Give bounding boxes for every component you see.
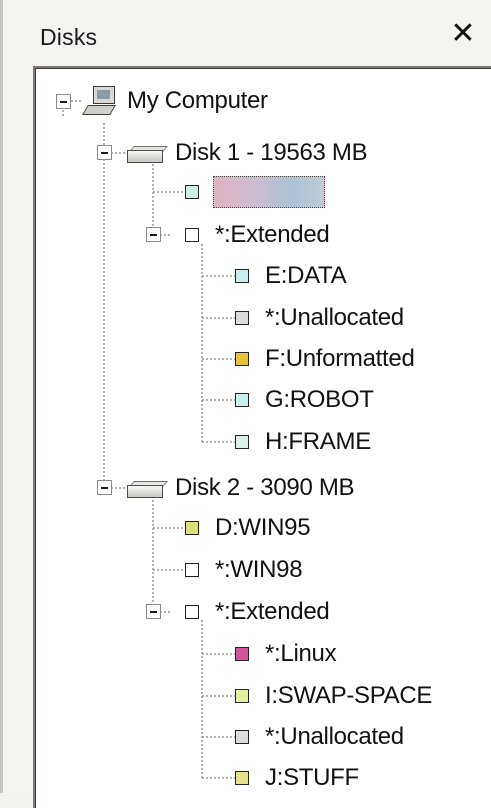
tree-node-disk-2[interactable]: Disk 2 - 3090 MB <box>127 471 356 505</box>
hard-disk-icon <box>127 144 168 163</box>
partition-icon <box>235 730 249 744</box>
partition-icon <box>185 605 199 619</box>
partition-icon <box>235 393 249 407</box>
tree-node-partition[interactable]: *:WIN98 <box>185 553 304 587</box>
partition-icon <box>235 647 249 661</box>
expander-disk-2[interactable] <box>97 480 112 495</box>
partition-icon <box>235 311 249 325</box>
partition-icon <box>235 689 249 703</box>
tree-node-label: I:SWAP-SPACE <box>265 682 433 709</box>
tree-node-label: *:Extended <box>215 221 330 248</box>
tree-node-extended-2[interactable]: *:Extended <box>185 595 331 629</box>
tree-node-partition[interactable]: E:DATA <box>235 259 348 293</box>
tree-node-label: F:Unformatted <box>265 345 415 372</box>
expander-my-computer[interactable] <box>56 94 71 109</box>
tree-node-partition[interactable]: *:Unallocated <box>235 301 406 335</box>
partition-icon <box>235 352 249 366</box>
tree-node-label: Disk 1 - 19563 MB <box>175 139 368 166</box>
tree-node-disk-1[interactable]: Disk 1 - 19563 MB <box>127 136 369 170</box>
partition-icon <box>235 771 249 785</box>
tree-node-partition[interactable]: D:WIN95 <box>185 511 312 545</box>
computer-icon <box>82 84 117 118</box>
partition-icon <box>185 563 199 577</box>
tree-node-label: *:Unallocated <box>265 723 404 750</box>
expander-extended-1[interactable] <box>146 227 161 242</box>
tree-node-partition[interactable]: *:Unallocated <box>235 720 406 754</box>
tree-node-label: D:WIN95 <box>215 514 311 541</box>
tree-node-label: G:ROBOT <box>265 386 374 413</box>
panel-title: Disks <box>40 24 98 50</box>
tree-node-partition[interactable]: F:Unformatted <box>235 342 417 376</box>
tree-node-label: H:FRAME <box>265 428 371 455</box>
tree-node-extended-1[interactable]: *:Extended <box>185 218 331 252</box>
partition-icon <box>185 185 199 199</box>
disk-tree-view[interactable]: My Computer Disk 1 - 19563 MB *:Extended… <box>33 66 491 808</box>
tree-node-label: *:Linux <box>265 640 337 667</box>
hard-disk-icon <box>127 479 168 498</box>
tree-node-partition[interactable]: I:SWAP-SPACE <box>235 679 434 713</box>
tree-node-label: E:DATA <box>265 262 347 289</box>
partition-icon <box>185 521 199 535</box>
partition-icon <box>235 435 249 449</box>
tree-node-partition[interactable]: *:Linux <box>235 637 338 671</box>
panel-left-edge <box>0 0 3 793</box>
partition-icon <box>235 269 249 283</box>
tree-node-selected-partition[interactable] <box>185 175 325 209</box>
tree-node-label: My Computer <box>127 87 268 114</box>
expander-extended-2[interactable] <box>146 604 161 619</box>
tree-node-label: *:Extended <box>215 598 330 625</box>
tree-node-partition[interactable]: G:ROBOT <box>235 383 376 417</box>
expander-disk-1[interactable] <box>97 145 112 160</box>
partition-icon <box>185 228 199 242</box>
disks-panel: Disks ✕ My Computer Disk 1 - 19563 MB *:… <box>0 0 491 808</box>
close-icon[interactable]: ✕ <box>449 19 477 49</box>
tree-node-partition[interactable]: J:STUFF <box>235 761 361 795</box>
tree-node-label: J:STUFF <box>265 764 359 791</box>
tree-node-label: *:Unallocated <box>265 304 404 331</box>
tree-node-label: Disk 2 - 3090 MB <box>175 474 355 501</box>
tree-node-label: *:WIN98 <box>215 556 303 583</box>
tree-node-partition[interactable]: H:FRAME <box>235 425 373 459</box>
tree-node-my-computer[interactable]: My Computer <box>82 84 270 118</box>
selected-partition-label <box>213 176 325 208</box>
